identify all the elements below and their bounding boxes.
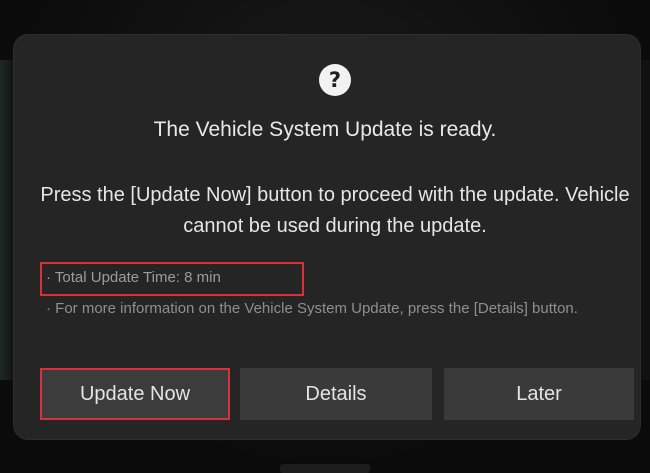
details-button[interactable]: Details [240, 368, 432, 420]
update-time-note: · Total Update Time: 8 min [46, 269, 221, 286]
dialog-message: Press the [Update Now] button to proceed… [40, 184, 630, 237]
background-panel-left [0, 60, 14, 380]
details-info-note: · For more information on the Vehicle Sy… [46, 300, 578, 317]
later-button[interactable]: Later [444, 368, 634, 420]
bottom-bar-fragment [280, 464, 370, 473]
dialog-title: The Vehicle System Update is ready. [153, 118, 497, 141]
question-mark-icon: ? [319, 64, 351, 96]
update-now-button[interactable]: Update Now [40, 368, 230, 420]
